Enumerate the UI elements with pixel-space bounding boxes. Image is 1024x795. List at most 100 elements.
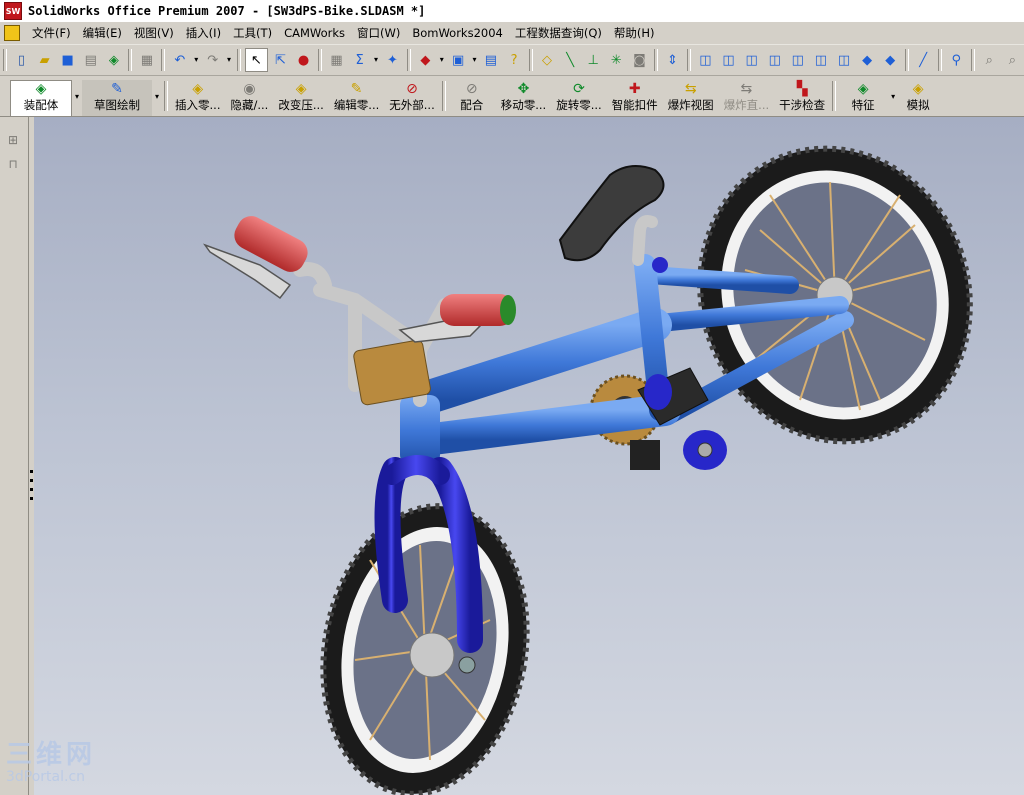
document-icon[interactable] bbox=[4, 25, 20, 41]
exploded-view-icon: ⇆ bbox=[684, 81, 697, 97]
front-wheel[interactable] bbox=[301, 490, 548, 795]
menu-edit[interactable]: 编辑(E) bbox=[77, 25, 128, 41]
features-icon: ◈ bbox=[857, 81, 869, 97]
move-component-label: 移动零... bbox=[500, 98, 547, 112]
move-component-button[interactable]: ✥ 移动零... bbox=[496, 80, 551, 116]
no-external-label: 无外部... bbox=[389, 98, 435, 112]
origin-icon[interactable]: ✳ bbox=[606, 49, 627, 71]
command-manager: ◈ 装配体 ▾ ✎ 草图绘制 ▾ ◈ 插入零... ◉ 隐藏/... ◈ 改变压… bbox=[0, 76, 1024, 117]
undo-dropdown-icon[interactable]: ▾ bbox=[192, 49, 200, 71]
traffic-light-icon[interactable]: ● bbox=[293, 49, 314, 71]
feature-tree-icon[interactable]: ⊞ bbox=[5, 133, 21, 149]
back-view-icon[interactable]: ◫ bbox=[741, 49, 762, 71]
print-icon[interactable]: ▦ bbox=[136, 49, 157, 71]
tab-dropdown-icon[interactable]: ▾ bbox=[152, 92, 162, 101]
select-icon[interactable]: ↖ bbox=[244, 48, 268, 72]
features-dropdown-icon[interactable]: ▾ bbox=[888, 92, 898, 101]
mate-button[interactable]: ⊘ 配合 bbox=[448, 80, 496, 116]
rebuild-icon[interactable]: ✦ bbox=[382, 49, 403, 71]
box-dropdown-icon[interactable]: ▾ bbox=[438, 49, 446, 71]
menu-bomworks[interactable]: BomWorks2004 bbox=[406, 26, 509, 40]
undo-icon[interactable]: ↶ bbox=[169, 49, 190, 71]
menu-engineering-query[interactable]: 工程数据查询(Q) bbox=[509, 25, 608, 41]
line-icon[interactable]: ╲ bbox=[560, 49, 581, 71]
menu-view[interactable]: 视图(V) bbox=[128, 25, 180, 41]
select-other-icon[interactable]: ⇱ bbox=[270, 49, 291, 71]
zoom-icon[interactable]: ⌕ bbox=[979, 49, 1000, 71]
watermark-logo-text: 三维网 bbox=[6, 740, 97, 770]
feature-manager-strip: ⊞ ⊓ bbox=[0, 117, 29, 795]
normal-view-icon[interactable]: ◆ bbox=[857, 49, 878, 71]
edit-component-icon: ✎ bbox=[350, 81, 363, 97]
grid-icon[interactable]: ▦ bbox=[326, 49, 347, 71]
link-icon[interactable]: ⚲ bbox=[946, 49, 967, 71]
menu-window[interactable]: 窗口(W) bbox=[351, 25, 406, 41]
axis-icon[interactable]: ⊥ bbox=[583, 49, 604, 71]
menu-tools[interactable]: 工具(T) bbox=[227, 25, 278, 41]
watermark: 三维网 3dPortal.cn bbox=[6, 741, 96, 785]
shaded-view-icon[interactable]: ◆ bbox=[880, 49, 901, 71]
tab-assembly[interactable]: ◈ 装配体 bbox=[10, 80, 72, 116]
simulation-button[interactable]: ◈ 模拟 bbox=[898, 80, 938, 116]
exploded-view-button[interactable]: ⇆ 爆炸视图 bbox=[663, 80, 719, 116]
insert-component-button[interactable]: ◈ 插入零... bbox=[170, 80, 225, 116]
frame[interactable] bbox=[403, 254, 681, 456]
help-icon[interactable]: ? bbox=[503, 49, 524, 71]
front-axle-nut[interactable] bbox=[458, 656, 476, 674]
arrow-up-icon[interactable]: ⇕ bbox=[662, 49, 683, 71]
left-view-icon[interactable]: ◫ bbox=[764, 49, 785, 71]
graphics-viewport[interactable] bbox=[34, 117, 1024, 795]
front-view-icon[interactable]: ◫ bbox=[718, 49, 739, 71]
save-icon[interactable]: ■ bbox=[57, 49, 78, 71]
exploded-view-label: 爆炸视图 bbox=[667, 98, 714, 112]
explode-line-button[interactable]: ⇆ 爆炸直... bbox=[719, 80, 774, 116]
tab-dropdown-icon[interactable]: ▾ bbox=[72, 92, 82, 101]
simulation-icon: ◈ bbox=[912, 81, 924, 97]
menu-help[interactable]: 帮助(H) bbox=[608, 25, 661, 41]
change-suppression-label: 改变压... bbox=[278, 98, 324, 112]
right-view-icon[interactable]: ◫ bbox=[787, 49, 808, 71]
list-icon[interactable]: ▤ bbox=[480, 49, 501, 71]
window-dropdown-icon[interactable]: ▾ bbox=[471, 49, 479, 71]
menu-camworks[interactable]: CAMWorks bbox=[278, 26, 351, 40]
menu-file[interactable]: 文件(F) bbox=[26, 25, 77, 41]
edit-component-label: 编辑零... bbox=[333, 98, 380, 112]
redo-dropdown-icon[interactable]: ▾ bbox=[225, 49, 233, 71]
sketch-icon[interactable]: Σ bbox=[349, 49, 370, 71]
edit-component-button[interactable]: ✎ 编辑零... bbox=[329, 80, 384, 116]
smart-fasteners-button[interactable]: ✚ 智能扣件 bbox=[607, 80, 663, 116]
open-icon[interactable]: ▰ bbox=[34, 49, 55, 71]
toolbar-separator bbox=[653, 49, 658, 71]
watermark-url: 3dPortal.cn bbox=[6, 769, 86, 785]
hide-show-button[interactable]: ◉ 隐藏/... bbox=[226, 80, 274, 116]
property-manager-icon[interactable]: ⊓ bbox=[5, 157, 21, 173]
print-preview-icon[interactable]: ▤ bbox=[80, 49, 101, 71]
bottom-view-icon[interactable]: ◫ bbox=[833, 49, 854, 71]
options-icon[interactable]: ◈ bbox=[103, 49, 124, 71]
no-external-button[interactable]: ⊘ 无外部... bbox=[384, 80, 439, 116]
redo-icon[interactable]: ↷ bbox=[202, 49, 223, 71]
interference-button[interactable]: ▚ 干涉检查 bbox=[774, 80, 830, 116]
box-icon[interactable]: ◆ bbox=[415, 49, 436, 71]
bike-model[interactable] bbox=[34, 117, 1024, 795]
new-icon[interactable]: ▯ bbox=[11, 49, 32, 71]
menu-insert[interactable]: 插入(I) bbox=[180, 25, 227, 41]
top-view-icon[interactable]: ◫ bbox=[810, 49, 831, 71]
camera-icon[interactable]: ◙ bbox=[629, 49, 650, 71]
change-suppression-button[interactable]: ◈ 改变压... bbox=[273, 80, 328, 116]
sketch-dropdown-icon[interactable]: ▾ bbox=[372, 49, 380, 71]
stem-clamp[interactable] bbox=[353, 339, 431, 406]
rotate-component-button[interactable]: ⟳ 旋转零... bbox=[551, 80, 606, 116]
zoom-window-icon[interactable]: ⌕ bbox=[1002, 49, 1023, 71]
zoom-fit-icon[interactable]: ◇ bbox=[537, 49, 558, 71]
iso-view-icon[interactable]: ◫ bbox=[695, 49, 716, 71]
tab-sketch[interactable]: ✎ 草图绘制 bbox=[82, 80, 153, 116]
features-button[interactable]: ◈ 特征 bbox=[838, 80, 888, 116]
move-component-icon: ✥ bbox=[517, 81, 530, 97]
smart-fasteners-icon: ✚ bbox=[628, 81, 641, 97]
solidworks-logo-icon: SW bbox=[4, 2, 22, 20]
pin-icon[interactable]: ╱ bbox=[913, 49, 934, 71]
features-label: 特征 bbox=[851, 98, 875, 112]
window-icon[interactable]: ▣ bbox=[448, 49, 469, 71]
toolbar-separator bbox=[937, 49, 942, 71]
